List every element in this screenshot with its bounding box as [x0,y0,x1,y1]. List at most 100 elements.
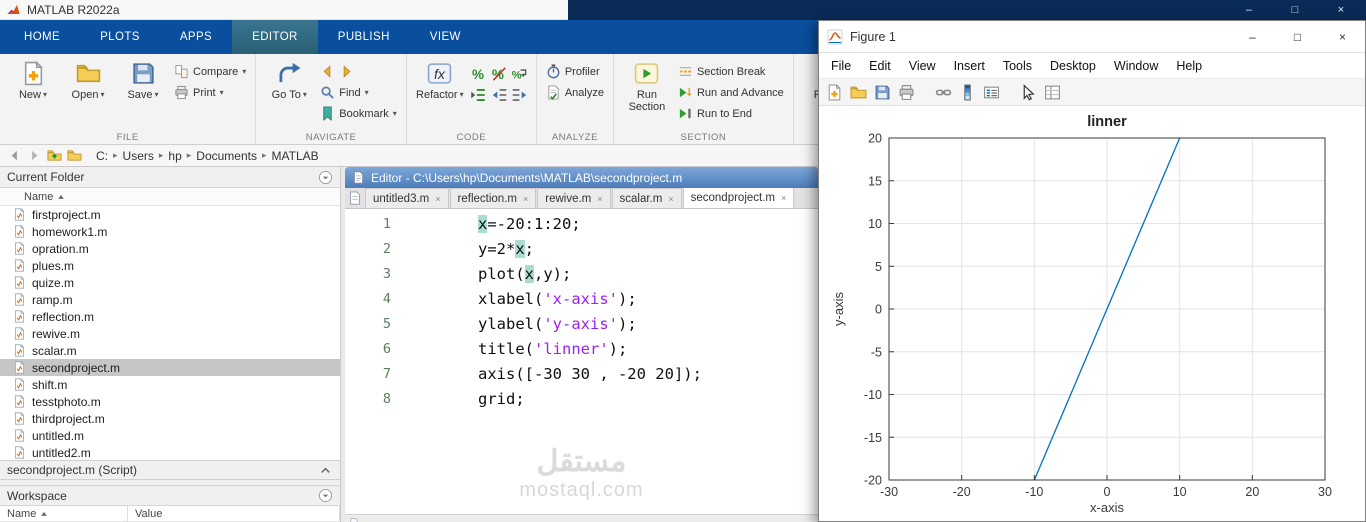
svg-text:%: % [472,67,484,82]
new-button[interactable]: New ▾ [7,57,59,129]
menu-view[interactable]: View [900,59,945,73]
tab-close-icon[interactable]: × [523,194,528,204]
toolstrip-tab-apps[interactable]: APPS [160,20,232,54]
file-row-firstproject-m[interactable]: firstproject.m [0,206,340,223]
browse-folder-button[interactable] [67,148,82,163]
menu-insert[interactable]: Insert [945,59,994,73]
screen: – □ × MATLAB R2022a HOME PLOTS APPS EDITOR P… [0,0,1366,522]
file-row-secondproject-m[interactable]: secondproject.m [0,359,340,376]
menu-help[interactable]: Help [1167,59,1211,73]
workspace-name-column[interactable]: Name [0,506,128,521]
link-plot-button[interactable] [935,84,952,101]
print-figure-button[interactable] [898,84,915,101]
refactor-button[interactable]: fx Refactor ▾ [414,57,466,129]
comment-button[interactable]: % [469,65,487,83]
run-button[interactable]: Run▾ [801,57,818,129]
file-row-scalar-m[interactable]: scalar.m [0,342,340,359]
wrap-comment-button[interactable]: % [511,65,529,83]
indent-left-button[interactable] [490,86,508,104]
figure-minimize-button[interactable]: – [1230,21,1275,52]
file-row-tesstphoto-m[interactable]: tesstphoto.m [0,393,340,410]
file-row-ramp-m[interactable]: ramp.m [0,291,340,308]
run-section-button[interactable]: Run Section [621,57,673,129]
editor-tab-rewive-m[interactable]: rewive.m × [537,188,611,208]
breadcrumb-item-c[interactable]: C: [93,149,111,163]
file-row-quize-m[interactable]: quize.m [0,274,340,291]
file-row-shift-m[interactable]: shift.m [0,376,340,393]
desktop-close-button[interactable]: × [1318,0,1364,20]
indent-right-button[interactable] [511,86,529,104]
svg-text:15: 15 [868,174,882,188]
new-figure-button[interactable] [826,83,843,101]
toolstrip-tab-plots[interactable]: PLOTS [80,20,160,54]
details-collapse-button[interactable] [318,463,333,478]
collapsed-panel-strip[interactable] [345,514,818,522]
insert-legend-button[interactable] [983,84,1000,101]
breadcrumb-item-matlab[interactable]: MATLAB [269,149,322,163]
open-file-button[interactable] [850,84,867,101]
bookmark-button[interactable]: Bookmark ▾ [318,103,399,124]
find-button[interactable]: Find ▾ [318,82,399,103]
file-row-rewive-m[interactable]: rewive.m [0,325,340,342]
file-row-opration-m[interactable]: opration.m [0,240,340,257]
file-row-thirdproject-m[interactable]: thirdproject.m [0,410,340,427]
tab-close-icon[interactable]: × [597,194,602,204]
menu-edit[interactable]: Edit [860,59,900,73]
up-one-level-button[interactable] [47,148,62,163]
go-to-button[interactable]: Go To ▾ [263,57,315,129]
profiler-button[interactable]: Profiler [544,61,606,82]
toolstrip-tab-editor[interactable]: EDITOR [232,20,318,54]
toolstrip-tab-view[interactable]: VIEW [410,20,481,54]
editor-tab-secondproject-m[interactable]: secondproject.m × [682,188,795,208]
code-text: axis([-30 30 , -20 20]); [478,365,702,383]
workspace-value-column[interactable]: Value [128,506,340,521]
navigate-forward-button[interactable] [339,64,354,79]
menu-desktop[interactable]: Desktop [1041,59,1105,73]
back-button[interactable] [7,148,22,163]
tab-close-icon[interactable]: × [781,193,786,203]
tab-close-icon[interactable]: × [668,194,673,204]
file-row-untitled-m[interactable]: untitled.m [0,427,340,444]
figure-maximize-button[interactable]: □ [1275,21,1320,52]
run-to-end-button[interactable]: Run to End [676,103,786,124]
edit-plot-button[interactable] [1020,83,1037,101]
save-figure-button[interactable] [874,84,891,101]
print-button[interactable]: Print ▾ [172,82,248,103]
desktop-maximize-button[interactable]: □ [1272,0,1318,20]
file-row-plues-m[interactable]: plues.m [0,257,340,274]
file-row-untitled2-m[interactable]: untitled2.m [0,444,340,460]
section-break-button[interactable]: Section Break [676,61,786,82]
tab-close-icon[interactable]: × [435,194,440,204]
current-folder-options-button[interactable] [318,170,333,185]
breadcrumb-item-users[interactable]: Users [120,149,157,163]
editor-tab-reflection-m[interactable]: reflection.m × [449,188,537,208]
menu-tools[interactable]: Tools [994,59,1041,73]
navigate-back-button[interactable] [320,64,335,79]
uncomment-button[interactable]: % [490,65,508,83]
figure-close-button[interactable]: × [1320,21,1365,52]
menu-window[interactable]: Window [1105,59,1167,73]
property-inspector-button[interactable] [1044,84,1061,101]
breadcrumb-item-documents[interactable]: Documents [193,149,260,163]
toolstrip-tab-publish[interactable]: PUBLISH [318,20,410,54]
analyze-button[interactable]: Analyze [544,82,606,103]
compare-button[interactable]: Compare ▾ [172,61,248,82]
editor-tab-untitled3-m[interactable]: untitled3.m × [365,188,449,208]
save-button[interactable]: Save ▾ [117,57,169,129]
smart-indent-button[interactable] [469,86,487,104]
insert-colorbar-button[interactable] [959,84,976,101]
file-row-reflection-m[interactable]: reflection.m [0,308,340,325]
open-button[interactable]: Open ▾ [62,57,114,129]
workspace-options-button[interactable] [318,488,333,503]
menu-file[interactable]: File [822,59,860,73]
toolstrip-tab-home[interactable]: HOME [4,20,80,54]
run-and-advance-button[interactable]: Run and Advance [676,82,786,103]
desktop-minimize-button[interactable]: – [1226,0,1272,20]
forward-button[interactable] [27,148,42,163]
section-label: FILE [116,132,139,143]
name-column-header[interactable]: Name [0,188,340,206]
breadcrumb-item-hp[interactable]: hp [165,149,184,163]
file-row-homework1-m[interactable]: homework1.m [0,223,340,240]
code-editor[interactable]: مستقل mostaql.com 1 x=-20:1:20; 2 y=2*x; 3 pl… [345,209,818,514]
editor-tab-scalar-m[interactable]: scalar.m × [611,188,682,208]
